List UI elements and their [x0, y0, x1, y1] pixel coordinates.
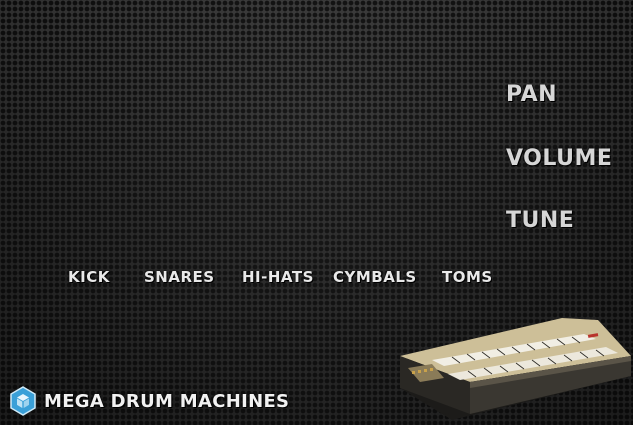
volume-control[interactable]: VOLUME — [506, 146, 612, 171]
hihats-button[interactable]: HI-HATS — [242, 268, 314, 286]
organ-keyboard-image — [400, 318, 631, 420]
toms-button[interactable]: TOMS — [442, 268, 493, 286]
brand-logo[interactable]: MEGA DRUM MACHINES — [10, 386, 289, 416]
snares-button[interactable]: SNARES — [144, 268, 215, 286]
pan-control[interactable]: PAN — [506, 82, 557, 107]
brand-name: MEGA DRUM MACHINES — [44, 390, 290, 412]
kick-button[interactable]: KICK — [68, 268, 110, 286]
tune-control[interactable]: TUNE — [506, 208, 574, 233]
cube-icon — [10, 386, 36, 416]
cymbals-button[interactable]: CYMBALS — [333, 268, 417, 286]
